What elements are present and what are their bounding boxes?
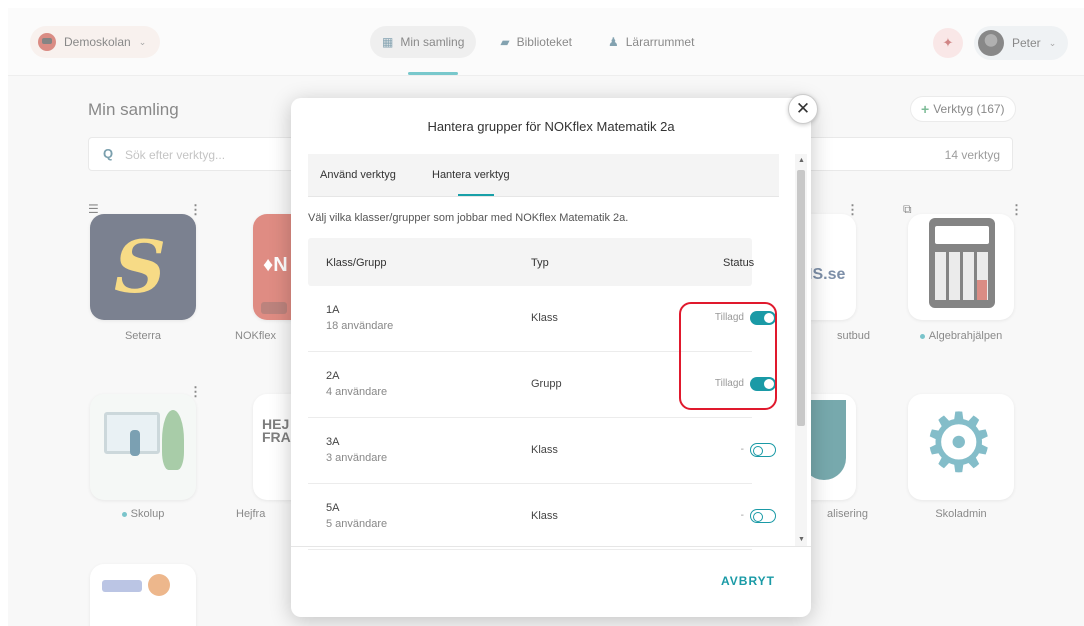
- scroll-down-icon[interactable]: ▼: [798, 536, 805, 543]
- group-type: Grupp: [531, 378, 562, 390]
- group-user-count: 4 användare: [326, 386, 388, 398]
- close-icon: ✕: [795, 99, 811, 118]
- status-toggle[interactable]: [750, 443, 776, 457]
- table-row: 5A 5 användare Klass -: [308, 484, 776, 550]
- status-text: -: [740, 444, 744, 455]
- column-header-type: Typ: [531, 257, 549, 269]
- manage-groups-dialog: Hantera grupper för NOKflex Matematik 2a…: [291, 98, 811, 617]
- group-user-count: 5 användare: [326, 518, 388, 530]
- dialog-tabs: Använd verktyg Hantera verktyg: [308, 154, 779, 197]
- dialog-footer-divider: [291, 546, 811, 547]
- column-header-group: Klass/Grupp: [326, 257, 387, 269]
- group-type: Klass: [531, 444, 558, 456]
- column-header-status: Status: [723, 257, 755, 269]
- cancel-button[interactable]: AVBRYT: [721, 574, 775, 588]
- active-tab-indicator: [458, 194, 494, 196]
- dialog-title: Hantera grupper för NOKflex Matematik 2a: [427, 119, 675, 134]
- group-user-count: 18 användare: [326, 320, 394, 332]
- group-name: 5A: [326, 502, 340, 514]
- dialog-description: Välj vilka klasser/grupper som jobbar me…: [308, 212, 629, 224]
- group-name: 1A: [326, 304, 340, 316]
- group-user-count: 3 användare: [326, 452, 388, 464]
- table-row: 3A 3 användare Klass -: [308, 418, 776, 484]
- scrollbar-thumb[interactable]: [797, 170, 805, 426]
- group-type: Klass: [531, 312, 558, 324]
- dialog-scrollbar[interactable]: ▲ ▼: [795, 154, 807, 546]
- group-name: 3A: [326, 436, 340, 448]
- status-toggle[interactable]: [750, 509, 776, 523]
- close-dialog-button[interactable]: ✕: [788, 94, 818, 124]
- status-text: -: [740, 510, 744, 521]
- group-type: Klass: [531, 510, 558, 522]
- tab-use-tool[interactable]: Använd verktyg: [320, 169, 396, 181]
- tab-manage-tool[interactable]: Hantera verktyg: [432, 169, 510, 181]
- group-name: 2A: [326, 370, 340, 382]
- scroll-up-icon[interactable]: ▲: [798, 157, 805, 164]
- table-header: Klass/Grupp Typ Status: [308, 238, 755, 286]
- status-highlight-annotation: [679, 302, 777, 410]
